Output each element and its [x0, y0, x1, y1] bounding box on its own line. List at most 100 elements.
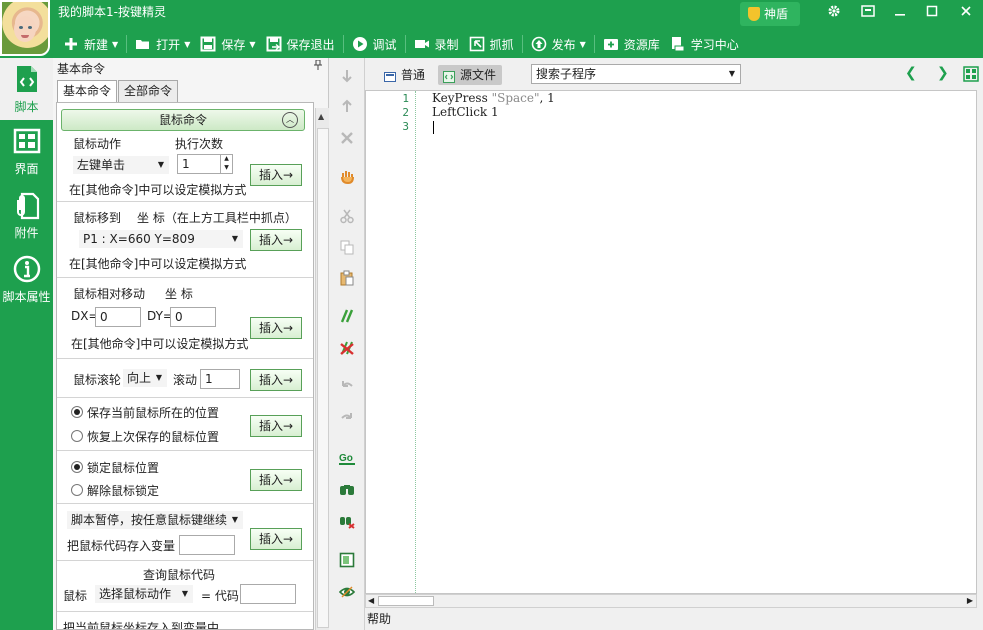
execute-count-input[interactable]: 1 ▲ ▼: [177, 154, 233, 174]
open-button[interactable]: 打开 ▼: [130, 32, 195, 56]
radio-unlock-mouse[interactable]: [71, 484, 83, 496]
replace-icon[interactable]: [339, 513, 355, 529]
tab-all-commands[interactable]: 全部命令: [118, 80, 179, 102]
next-arrow-icon[interactable]: ❯: [937, 65, 949, 81]
find-icon[interactable]: [339, 481, 355, 497]
save-icon: [200, 36, 216, 52]
section-mouse-commands[interactable]: 鼠标命令 ︿: [61, 109, 305, 131]
toolbar-divider: [593, 35, 595, 53]
settings-icon[interactable]: [822, 4, 846, 22]
camera-icon: [414, 36, 430, 52]
maximize-icon[interactable]: [920, 4, 944, 22]
scroll-thumb[interactable]: [378, 596, 434, 606]
scroll-amount-input[interactable]: 1: [200, 369, 240, 389]
layout-grid-icon[interactable]: [963, 66, 979, 82]
library-button[interactable]: 资源库: [598, 32, 665, 56]
redo-icon[interactable]: [339, 410, 355, 426]
save-exit-button[interactable]: 保存退出: [261, 32, 340, 56]
wheel-direction-value: 向上: [127, 371, 152, 385]
divider: [57, 397, 313, 398]
close-icon[interactable]: [954, 4, 978, 22]
chevron-down-icon[interactable]: ▼: [580, 40, 586, 49]
count-stepper[interactable]: ▲ ▼: [220, 154, 232, 174]
nav-item-layout[interactable]: 界面: [0, 120, 53, 182]
user-avatar[interactable]: [0, 0, 50, 56]
mouse-move-point-select[interactable]: P1 : X=660 Y=809 ▼: [79, 230, 243, 248]
editor-horizontal-scrollbar[interactable]: ◀ ▶: [365, 594, 977, 608]
dy-input[interactable]: 0: [170, 307, 216, 327]
capture-button[interactable]: 抓抓: [464, 32, 519, 56]
move-down-icon[interactable]: [339, 68, 355, 84]
record-button[interactable]: 录制: [409, 32, 464, 56]
help-label[interactable]: 帮助: [367, 612, 391, 626]
undo-icon[interactable]: [339, 378, 355, 394]
editor-vertical-scrollbar[interactable]: [977, 90, 983, 594]
scroll-right-icon[interactable]: ▶: [967, 595, 973, 607]
shield-button[interactable]: 神盾: [740, 2, 800, 26]
query-code-input[interactable]: [240, 584, 296, 604]
scroll-thumb[interactable]: [317, 128, 329, 628]
previous-arrow-icon[interactable]: ❮: [905, 65, 917, 81]
collapse-icon[interactable]: ︿: [282, 112, 298, 128]
delete-icon[interactable]: [339, 130, 355, 146]
save-button[interactable]: 保存 ▼: [195, 32, 260, 56]
insert-button-mouse-action[interactable]: 插入→: [250, 164, 302, 186]
insert-button-mouse-relative[interactable]: 插入→: [250, 317, 302, 339]
tab-label: 源文件: [460, 68, 497, 82]
pin-icon[interactable]: [314, 59, 322, 73]
hand-icon[interactable]: [339, 168, 355, 185]
chevron-down-icon[interactable]: ▼: [112, 40, 118, 49]
comment-icon[interactable]: [339, 308, 355, 324]
tab-basic-commands[interactable]: 基本命令: [57, 80, 118, 102]
subroutine-search-select[interactable]: 搜索子程序 ▼: [531, 64, 741, 84]
uncomment-icon[interactable]: [339, 340, 355, 356]
paste-icon[interactable]: [339, 270, 355, 286]
radio-save-position[interactable]: [71, 406, 83, 418]
move-up-icon[interactable]: [339, 98, 355, 114]
nav-item-script[interactable]: 脚本: [0, 58, 53, 120]
radio-restore-position[interactable]: [71, 430, 83, 442]
nav-item-attachment[interactable]: 附件: [0, 184, 53, 246]
execute-count-value: 1: [182, 157, 190, 171]
insert-button-mouse-wheel[interactable]: 插入→: [250, 369, 302, 391]
insert-button-save-position[interactable]: 插入→: [250, 415, 302, 437]
learning-center-button[interactable]: 学习中心: [665, 32, 744, 56]
nav-item-script-properties[interactable]: 脚本属性: [0, 248, 53, 310]
skin-icon[interactable]: [856, 4, 880, 22]
dx-input[interactable]: 0: [95, 307, 141, 327]
tab-source-file[interactable]: 源文件: [438, 65, 503, 85]
go-icon[interactable]: Go: [339, 450, 355, 466]
info-icon: [13, 254, 41, 284]
tab-normal-view[interactable]: 普通: [379, 65, 431, 85]
query-action-select[interactable]: 选择鼠标动作 ▼: [95, 585, 193, 603]
chevron-down-icon[interactable]: ▼: [184, 40, 190, 49]
library-label: 资源库: [623, 37, 660, 52]
insert-button-lock-mouse[interactable]: 插入→: [250, 469, 302, 491]
view-icon[interactable]: [338, 584, 356, 600]
store-code-input[interactable]: [179, 535, 235, 555]
cut-icon[interactable]: [339, 208, 355, 224]
divider: [57, 611, 313, 612]
scroll-up-icon[interactable]: ▲: [318, 112, 324, 121]
save-exit-icon: [266, 36, 282, 52]
wheel-direction-select[interactable]: 向上 ▼: [123, 369, 167, 387]
debug-button[interactable]: 调试: [347, 32, 402, 56]
simulation-hint: 在[其他命令]中可以设定模拟方式: [69, 183, 247, 197]
radio-lock-mouse[interactable]: [71, 461, 83, 473]
code-editor[interactable]: 1 2 3 KeyPress "Space", 1 LeftClick 1: [365, 90, 977, 594]
insert-button-mouse-move[interactable]: 插入→: [250, 229, 302, 251]
copy-icon[interactable]: [339, 239, 355, 255]
script-debug-icon[interactable]: [339, 552, 355, 568]
publish-button[interactable]: 发布 ▼: [526, 32, 591, 56]
panel-scrollbar[interactable]: ▲: [315, 108, 329, 630]
toolbar-divider: [126, 35, 128, 53]
pause-select[interactable]: 脚本暂停，按任意鼠标键继续 ▼: [67, 511, 243, 529]
minimize-icon[interactable]: [888, 4, 912, 22]
chevron-down-icon[interactable]: ▼: [249, 40, 255, 49]
mouse-action-select[interactable]: 左键单击 ▼: [73, 156, 169, 174]
nav-label: 脚本属性: [2, 290, 51, 304]
insert-button-pause[interactable]: 插入→: [250, 528, 302, 550]
scroll-left-icon[interactable]: ◀: [368, 595, 374, 607]
new-button[interactable]: 新建 ▼: [58, 32, 123, 56]
learn-icon: [670, 36, 686, 52]
